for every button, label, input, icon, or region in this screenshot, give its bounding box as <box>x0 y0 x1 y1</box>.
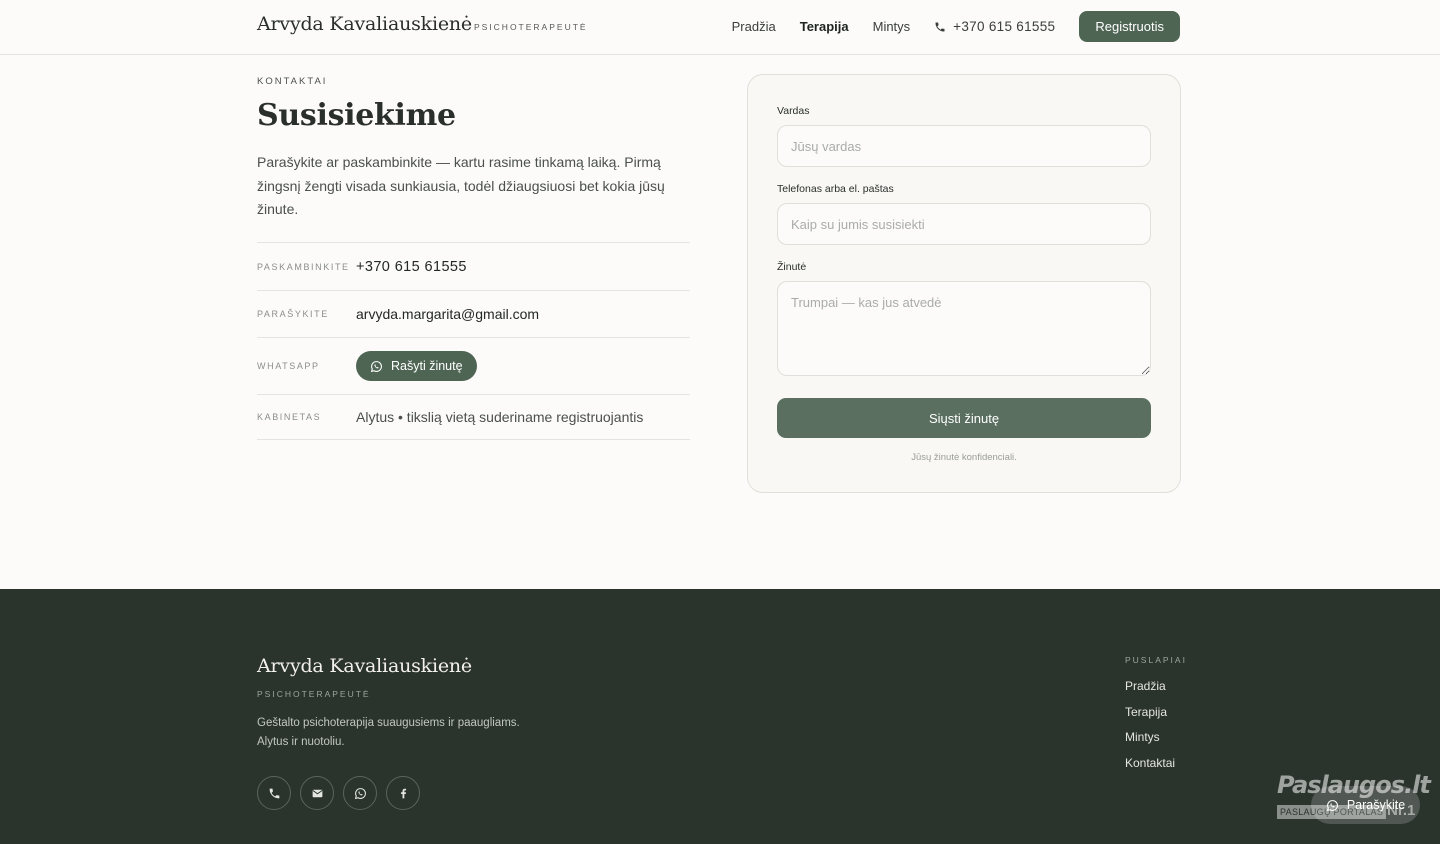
floating-whatsapp-button[interactable]: Parašykite <box>1311 786 1420 824</box>
footer-brand-subtitle: PSICHOTERAPEUTĖ <box>257 689 371 699</box>
section-eyebrow: KONTAKTAI <box>257 76 328 87</box>
intro-text: Parašykite ar paskambinkite — kartu rasi… <box>257 154 665 217</box>
message-textarea[interactable] <box>777 281 1151 376</box>
contact-label-whatsapp: WHATSAPP <box>257 361 320 371</box>
nav-link-mintys[interactable]: Mintys <box>873 19 911 34</box>
name-label: Vardas <box>777 105 810 117</box>
social-facebook-link[interactable] <box>386 776 420 810</box>
contact-field-label: Telefonas arba el. paštas <box>777 183 894 195</box>
footer-pages-list: Pradžia Terapija Mintys Kontaktai <box>1125 677 1175 780</box>
contact-list: PASKAMBINKITE +370 615 61555 PARAŠYKITE … <box>257 242 690 440</box>
send-message-button[interactable]: Siųsti žinutę <box>777 398 1151 438</box>
phone-icon <box>935 22 945 31</box>
whatsapp-icon <box>370 360 382 372</box>
contact-label-email: PARAŠYKITE <box>257 309 329 319</box>
contact-row-whatsapp: WHATSAPP Rašyti žinutę <box>257 337 690 394</box>
contact-form: Vardas Telefonas arba el. paštas Žinutė … <box>747 74 1181 493</box>
page-title: Susisiekime <box>257 98 456 133</box>
whatsapp-button[interactable]: Rašyti žinutę <box>356 351 477 381</box>
brand-name: Arvyda Kavaliauskienė <box>257 13 472 35</box>
footer-link-kontaktai[interactable]: Kontaktai <box>1125 754 1175 780</box>
brand-subtitle: PSICHOTERAPEUTĖ <box>473 22 588 32</box>
whatsapp-icon <box>1326 799 1338 811</box>
message-label: Žinutė <box>777 261 807 273</box>
whatsapp-icon <box>354 787 366 799</box>
name-input[interactable] <box>777 125 1151 167</box>
social-links <box>257 776 429 810</box>
contact-label-phone: PASKAMBINKITE <box>257 261 350 272</box>
phone-icon <box>269 788 279 798</box>
footer-description-line2: Alytus ir nuotoliu. <box>257 736 345 748</box>
register-button[interactable]: Registruotis <box>1079 11 1180 42</box>
footer-link-terapija[interactable]: Terapija <box>1125 703 1175 729</box>
footer-description: Geštalto psichoterapija suaugusiems ir p… <box>257 714 557 752</box>
nav-phone-number: +370 615 61555 <box>953 19 1056 34</box>
floating-whatsapp-label: Parašykite <box>1346 798 1406 812</box>
confidentiality-note: Jūsų žinutė konfidenciali. <box>911 452 1017 463</box>
contact-office-value: Alytus • tikslią vietą suderiname regist… <box>356 409 644 425</box>
brand-logo[interactable]: Arvyda Kavaliauskienė PSICHOTERAPEUTĖ <box>257 13 588 35</box>
contact-row-email: PARAŠYKITE arvyda.margarita@gmail.com <box>257 290 690 337</box>
social-phone-link[interactable] <box>257 776 291 810</box>
contact-input[interactable] <box>777 203 1151 245</box>
social-mail-link[interactable] <box>300 776 334 810</box>
contact-email-link[interactable]: arvyda.margarita@gmail.com <box>356 306 539 322</box>
footer-pages-title: PUSLAPIAI <box>1125 655 1187 665</box>
contact-row-office: KABINETAS Alytus • tikslią vietą suderin… <box>257 394 690 440</box>
contact-label-office: KABINETAS <box>257 412 322 422</box>
contact-row-phone: PASKAMBINKITE +370 615 61555 <box>257 242 690 290</box>
facebook-icon <box>400 788 406 798</box>
contact-phone-link[interactable]: +370 615 61555 <box>356 259 467 275</box>
footer-brand-name: Arvyda Kavaliauskienė <box>257 655 472 677</box>
mail-icon <box>312 789 322 797</box>
main-nav: Pradžia Terapija Mintys +370 615 61555 R… <box>708 11 1180 42</box>
nav-link-pradzia[interactable]: Pradžia <box>732 19 776 34</box>
social-whatsapp-link[interactable] <box>343 776 377 810</box>
site-header: Arvyda Kavaliauskienė PSICHOTERAPEUTĖ Pr… <box>0 0 1440 55</box>
footer-link-pradzia[interactable]: Pradžia <box>1125 677 1175 703</box>
nav-phone-link[interactable]: +370 615 61555 <box>934 19 1055 34</box>
footer-link-mintys[interactable]: Mintys <box>1125 728 1175 754</box>
nav-link-terapija[interactable]: Terapija <box>800 19 849 34</box>
site-footer: Arvyda Kavaliauskienė PSICHOTERAPEUTĖ Ge… <box>0 589 1440 844</box>
footer-description-line1: Geštalto psichoterapija suaugusiems ir p… <box>257 717 520 729</box>
whatsapp-button-label: Rašyti žinutę <box>391 359 463 373</box>
